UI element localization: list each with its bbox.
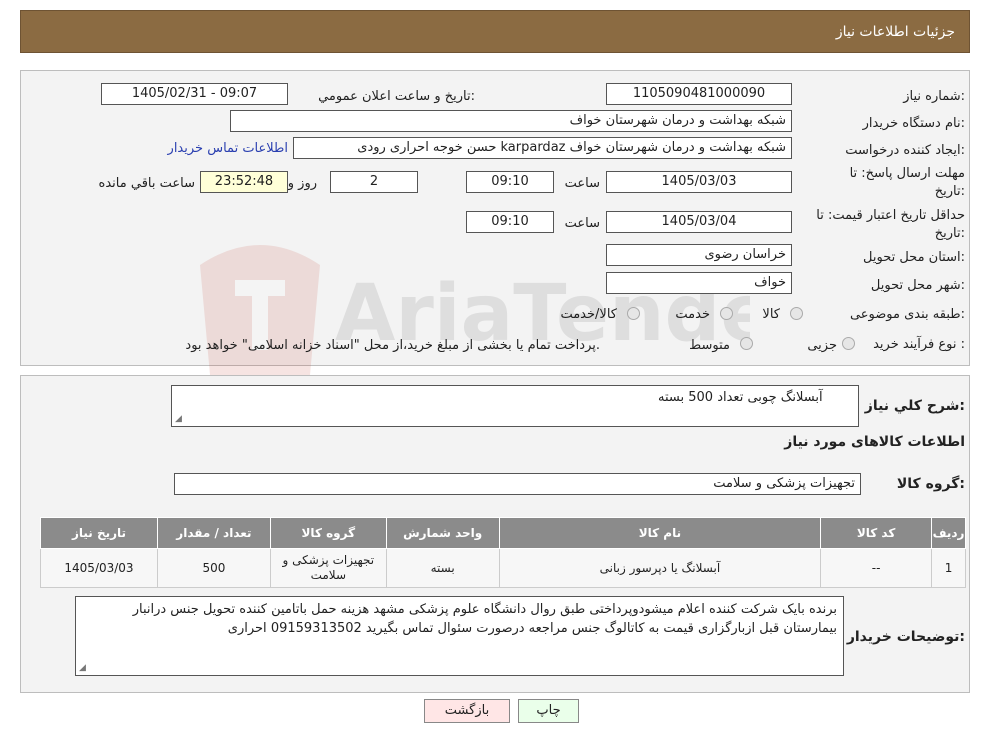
process-note: پرداخت تمام یا بخشی از مبلغ خرید،از محل …	[185, 338, 600, 353]
col-quantity: تعداد / مقدار	[157, 517, 271, 549]
announce-label: تاريخ و ساعت اعلان عمومي:	[318, 89, 475, 104]
cell-goods-name: آبسلانگ یا دپرسور زبانی	[498, 548, 822, 588]
cell-unit: بسته	[385, 548, 500, 588]
col-goods-name: نام کالا	[498, 517, 822, 549]
city-field: خواف	[606, 272, 792, 294]
process-minor-radio[interactable]	[842, 337, 855, 350]
category-goods-service-label: کالا/خدمت	[560, 307, 617, 322]
category-service-radio[interactable]	[720, 307, 733, 320]
goods-group-field: تجهیزات پزشکی و سلامت	[174, 473, 861, 495]
validity-label-line1: حداقل تاریخ اعتبار قیمت: تا	[816, 208, 965, 223]
validity-time-field: 09:10	[466, 211, 554, 233]
deadline-time-field: 09:10	[466, 171, 554, 193]
buyer-org-field: شبکه بهداشت و درمان شهرستان خواف	[230, 110, 792, 132]
remaining-days-label: روز و	[287, 176, 317, 191]
remaining-time-field: 23:52:48	[200, 171, 288, 193]
validity-label-line2: تاریخ:	[934, 226, 965, 241]
deadline-label-line1: مهلت ارسال پاسخ: تا	[849, 166, 965, 181]
category-goods-service-radio[interactable]	[627, 307, 640, 320]
table-row: 1 -- آبسلانگ یا دپرسور زبانی بسته تجهیزا…	[40, 548, 966, 588]
deadline-label-line2: تاریخ:	[934, 184, 965, 199]
buyer-notes-textarea[interactable]: برنده بایک شرکت کننده اعلام میشودوپرداخت…	[75, 596, 844, 676]
page-header: جزئیات اطلاعات نیاز	[20, 10, 970, 53]
process-medium-radio[interactable]	[740, 337, 753, 350]
goods-table-header: رديف کد کالا نام کالا واحد شمارش گروه کا…	[40, 517, 966, 549]
goods-group-label: گروه کالا:	[896, 476, 965, 492]
process-label: نوع فرآیند خرید :	[873, 337, 965, 352]
col-group: گروه کالا	[269, 517, 387, 549]
summary-label: شرح کلي نياز:	[864, 398, 965, 414]
cell-row-number: 1	[931, 548, 966, 588]
creator-label: ایجاد کننده درخواست:	[845, 143, 965, 158]
cell-quantity: 500	[157, 548, 271, 588]
category-goods-radio[interactable]	[790, 307, 803, 320]
cell-group: تجهیزات پزشکی و سلامت	[269, 548, 387, 588]
remaining-days-field: 2	[330, 171, 418, 193]
col-row-number: رديف	[931, 517, 966, 549]
announce-date-field: 1405/02/31 - 09:07	[101, 83, 288, 105]
goods-table: رديف کد کالا نام کالا واحد شمارش گروه کا…	[40, 517, 966, 588]
category-label: طبقه بندی موضوعی:	[849, 307, 965, 322]
category-service-label: خدمت	[675, 307, 710, 322]
buyer-org-label: نام دستگاه خریدار:	[862, 116, 965, 131]
buyer-notes-label: توضیحات خریدار:	[846, 629, 965, 645]
city-label: شهر محل تحویل:	[870, 278, 965, 293]
col-unit: واحد شمارش	[385, 517, 500, 549]
validity-time-label: ساعت	[564, 216, 600, 231]
province-field: خراسان رضوی	[606, 244, 792, 266]
validity-date-field: 1405/03/04	[606, 211, 792, 233]
deadline-time-label: ساعت	[564, 176, 600, 191]
deadline-label: مهلت ارسال پاسخ: تا تاریخ:	[850, 166, 965, 199]
cell-need-date: 1405/03/03	[40, 548, 158, 588]
col-goods-code: کد کالا	[820, 517, 933, 549]
summary-textarea[interactable]: آبسلانگ چوبی تعداد 500 بسته ◢	[171, 385, 859, 427]
summary-text: آبسلانگ چوبی تعداد 500 بسته	[658, 390, 823, 405]
need-number-field: 1105090481000090	[606, 83, 792, 105]
creator-field: حسن خوجه احراری رودی karpardaz شبکه بهدا…	[293, 137, 792, 159]
province-label: استان محل تحویل:	[863, 250, 965, 265]
print-button[interactable]: چاپ	[518, 699, 579, 723]
goods-heading: اطلاعات کالاهای مورد نیاز	[784, 434, 965, 450]
page-title: جزئیات اطلاعات نیاز	[835, 24, 955, 40]
validity-label: حداقل تاریخ اعتبار قیمت: تا تاریخ:	[816, 208, 965, 241]
process-medium-label: متوسط	[689, 338, 730, 353]
back-button[interactable]: بازگشت	[424, 699, 510, 723]
category-goods-label: کالا	[762, 307, 780, 322]
buyer-notes-text: برنده بایک شرکت کننده اعلام میشودوپرداخت…	[132, 602, 837, 636]
resize-handle-icon[interactable]: ◢	[79, 663, 86, 673]
process-minor-label: جزیی	[807, 338, 837, 353]
need-number-label: شماره نیاز:	[903, 89, 965, 104]
resize-handle-icon[interactable]: ◢	[175, 414, 182, 424]
deadline-date-field: 1405/03/03	[606, 171, 792, 193]
buyer-contact-link[interactable]: اطلاعات تماس خریدار	[168, 141, 288, 156]
cell-goods-code: --	[820, 548, 933, 588]
col-need-date: تاريخ نياز	[40, 517, 158, 549]
remaining-time-label: ساعت باقي مانده	[98, 176, 195, 191]
